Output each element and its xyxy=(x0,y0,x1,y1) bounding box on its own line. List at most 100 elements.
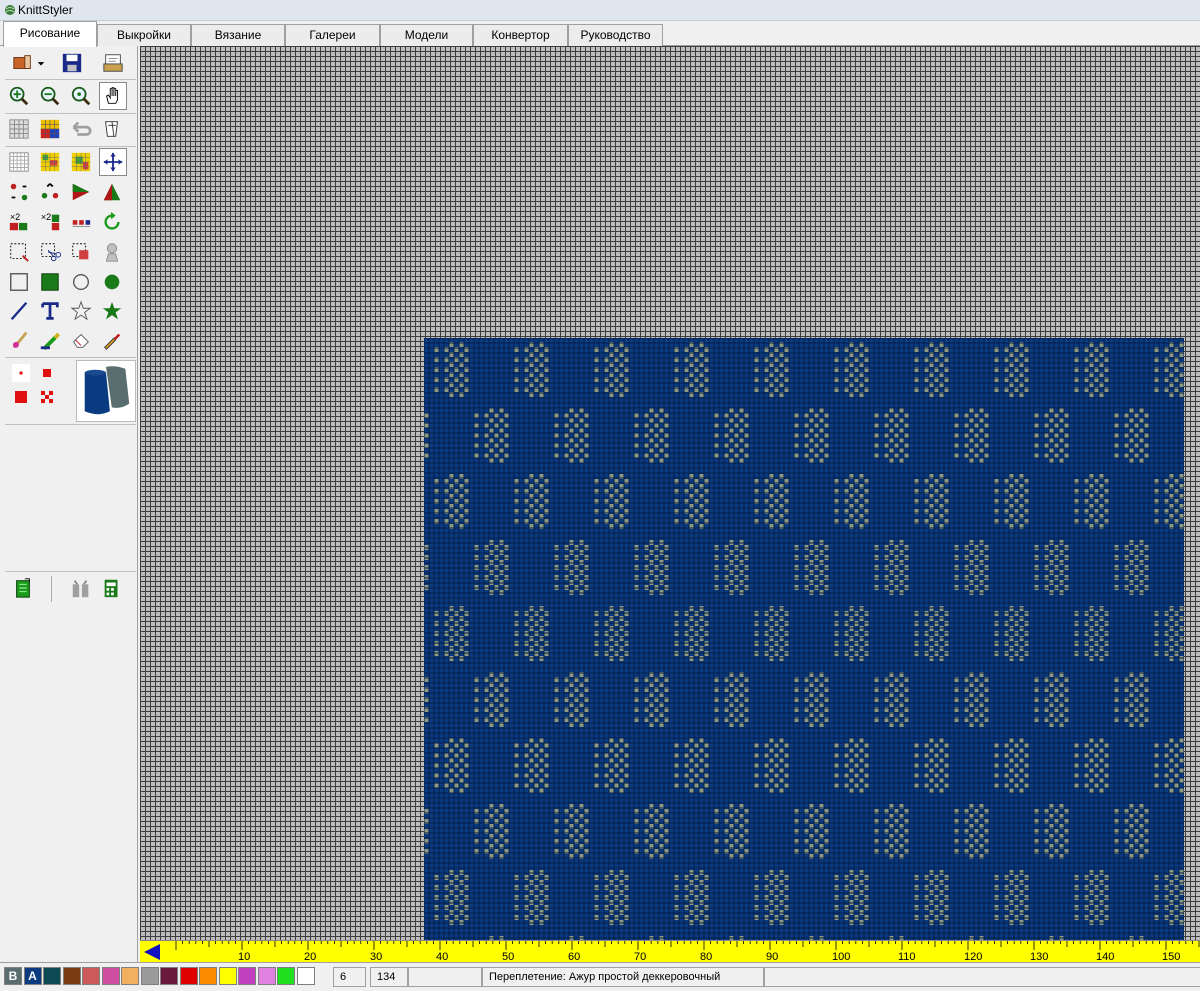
calc-icon[interactable] xyxy=(100,576,124,600)
dropdown-arrow-icon[interactable] xyxy=(35,51,47,75)
motif-stitch xyxy=(779,748,784,753)
grid-small-icon[interactable] xyxy=(7,150,31,174)
mirror-h-icon[interactable] xyxy=(7,180,31,204)
motif-stitch xyxy=(434,783,439,788)
zoom-in-icon[interactable] xyxy=(7,84,31,108)
motif-stitch xyxy=(619,748,624,753)
color-swatch[interactable] xyxy=(277,967,295,985)
motif-stitch xyxy=(1144,443,1149,448)
motif-stitch xyxy=(1034,413,1039,418)
color-swatch[interactable] xyxy=(82,967,100,985)
motif-stitch xyxy=(889,438,894,443)
tab-converter[interactable]: Конвертор xyxy=(473,24,568,46)
motif-stitch xyxy=(1074,773,1079,778)
star-outline-icon[interactable] xyxy=(69,299,93,323)
motif-stitch xyxy=(1084,743,1089,748)
print-icon[interactable] xyxy=(101,51,125,75)
cup-icon[interactable] xyxy=(100,117,124,141)
multiply-2h-icon[interactable]: ×2 xyxy=(7,210,31,234)
motif-stitch xyxy=(1134,453,1139,458)
motif-stitch xyxy=(844,773,849,778)
motif-stitch xyxy=(449,778,454,783)
color-grid-icon[interactable] xyxy=(38,117,62,141)
tab-galleries[interactable]: Галереи xyxy=(285,24,380,46)
color-swatch[interactable] xyxy=(140,967,159,985)
undo-icon[interactable] xyxy=(69,117,93,141)
swatch-b[interactable]: B xyxy=(4,967,22,985)
multiply-2v-icon[interactable]: ×2 xyxy=(38,210,62,234)
color-swatch[interactable] xyxy=(62,967,81,985)
brush-size-2-icon[interactable] xyxy=(38,364,56,382)
rect-filled-icon[interactable] xyxy=(38,270,62,294)
mirror-v-icon[interactable] xyxy=(38,180,62,204)
cut-icon[interactable] xyxy=(38,240,62,264)
stamp-icon[interactable] xyxy=(100,240,124,264)
tab-knitting[interactable]: Вязание xyxy=(191,24,285,46)
zoom-out-icon[interactable] xyxy=(38,84,62,108)
rotate-icon[interactable] xyxy=(100,210,124,234)
color-swatch[interactable] xyxy=(101,967,120,985)
swatch-a[interactable]: A xyxy=(23,967,42,985)
motif-stitch xyxy=(779,738,784,743)
text-icon[interactable] xyxy=(38,299,62,323)
motif-stitch xyxy=(454,773,459,778)
motif-stitch xyxy=(694,763,699,768)
pen-icon[interactable] xyxy=(38,328,62,352)
pattern-fill-2-icon[interactable] xyxy=(69,150,93,174)
yarn-cones-icon[interactable] xyxy=(76,360,136,422)
motif-stitch xyxy=(744,433,749,438)
repeat-icon[interactable] xyxy=(69,210,93,234)
motif-stitch xyxy=(764,753,769,758)
tab-drawing[interactable]: Рисование xyxy=(3,21,97,47)
drawing-canvas[interactable] xyxy=(140,46,1200,940)
hand-pan-icon[interactable] xyxy=(99,82,127,110)
motif-stitch xyxy=(784,763,789,768)
tab-guide[interactable]: Руководство xyxy=(568,24,663,46)
motif-stitch xyxy=(969,448,974,453)
motif-stitch xyxy=(1049,438,1054,443)
line-icon[interactable] xyxy=(7,299,31,323)
save-icon[interactable] xyxy=(60,51,84,75)
color-swatch[interactable] xyxy=(238,967,256,985)
color-swatch[interactable] xyxy=(121,967,139,985)
motif-stitch xyxy=(899,438,904,443)
machine-icon[interactable] xyxy=(69,576,93,600)
color-swatch[interactable] xyxy=(257,967,276,985)
move-icon[interactable] xyxy=(99,148,127,176)
motif-stitch xyxy=(1099,788,1104,793)
color-swatch[interactable] xyxy=(296,967,315,985)
circle-outline-icon[interactable] xyxy=(69,270,93,294)
knit-export-icon[interactable] xyxy=(11,576,35,600)
brush-size-checker-icon[interactable] xyxy=(38,388,56,406)
copy-icon[interactable] xyxy=(69,240,93,264)
color-swatch[interactable] xyxy=(218,967,237,985)
knit-pattern[interactable] xyxy=(424,338,1184,940)
color-swatch[interactable] xyxy=(199,967,217,985)
tab-models[interactable]: Модели xyxy=(380,24,473,46)
brush-size-3-icon[interactable] xyxy=(12,388,30,406)
zoom-fit-icon[interactable] xyxy=(69,84,93,108)
color-swatch[interactable] xyxy=(179,967,198,985)
triangle-right-icon[interactable] xyxy=(69,180,93,204)
select-rect-icon[interactable] xyxy=(7,240,31,264)
color-swatch[interactable] xyxy=(43,967,61,985)
tab-patterns[interactable]: Выкройки xyxy=(97,24,191,46)
color-swatch[interactable] xyxy=(160,967,178,985)
motif-stitch xyxy=(499,458,504,463)
motif-stitch xyxy=(834,763,839,768)
pattern-fill-icon[interactable] xyxy=(38,150,62,174)
motif-stitch xyxy=(634,433,639,438)
stitch-ruler[interactable]: 10203040506070809010011012013014015016 xyxy=(140,940,1200,963)
eraser-icon[interactable] xyxy=(69,328,93,352)
triangle-up-icon[interactable] xyxy=(100,180,124,204)
brush-icon[interactable] xyxy=(7,328,31,352)
motif-stitch xyxy=(1164,753,1169,758)
circle-filled-icon[interactable] xyxy=(100,270,124,294)
brush-size-1-icon[interactable] xyxy=(12,364,30,382)
motif-stitch xyxy=(1034,433,1039,438)
star-filled-icon[interactable] xyxy=(100,299,124,323)
motif-stitch xyxy=(929,738,934,743)
rect-outline-icon[interactable] xyxy=(7,270,31,294)
grid-icon[interactable] xyxy=(7,117,31,141)
eyedropper-icon[interactable] xyxy=(100,328,124,352)
